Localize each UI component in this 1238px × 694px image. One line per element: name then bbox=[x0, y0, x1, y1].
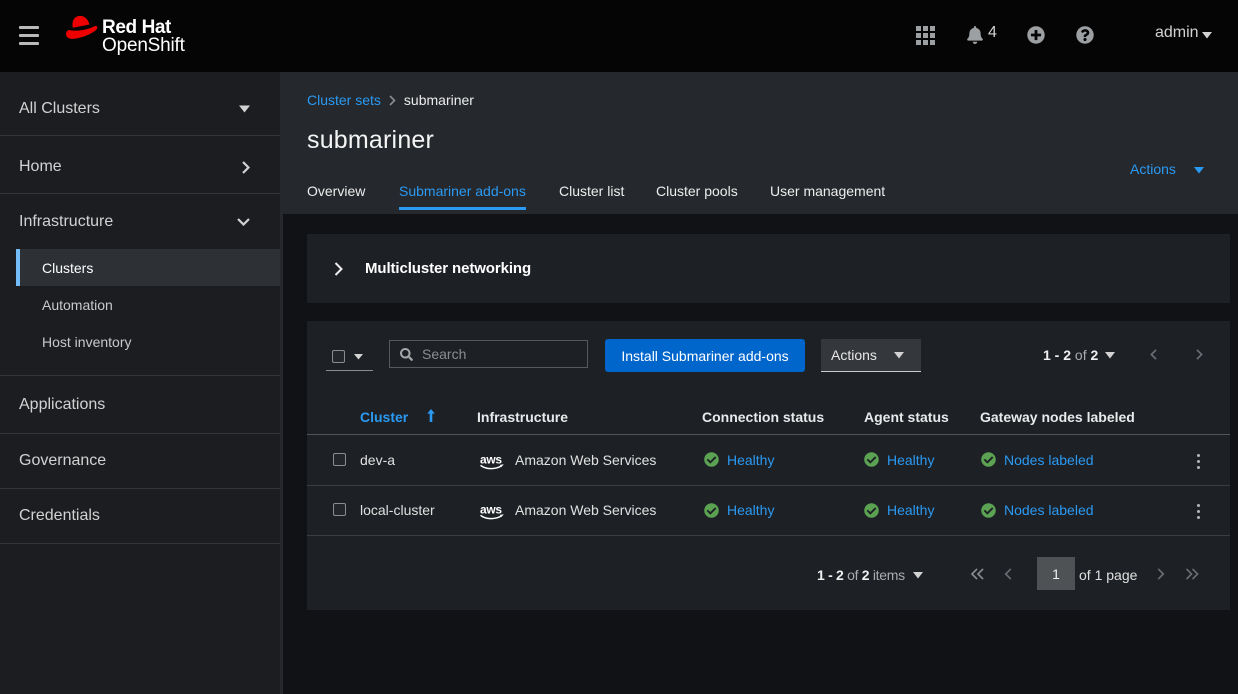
svg-text:aws: aws bbox=[480, 505, 502, 517]
svg-text:aws: aws bbox=[480, 455, 502, 467]
